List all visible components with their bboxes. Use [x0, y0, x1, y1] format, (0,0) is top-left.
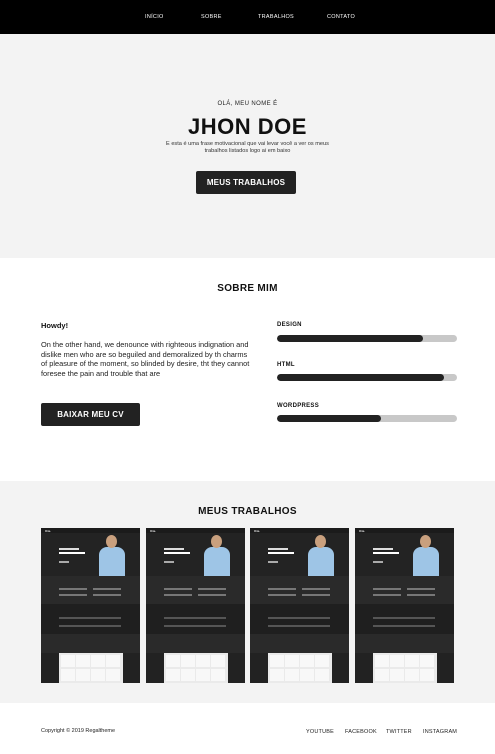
hero-name: JHON DOE: [188, 114, 307, 139]
thumb-line: [93, 588, 121, 590]
skill-label-design: DESIGN: [277, 322, 302, 328]
thumb-person-image: [204, 535, 230, 576]
thumb-line: [268, 617, 330, 619]
skill-fill-wordpress: [277, 415, 382, 422]
thumb-line: [268, 588, 296, 590]
thumb-line: [373, 561, 383, 563]
skill-fill-html: [277, 374, 445, 381]
thumb-hero: [355, 533, 454, 576]
skill-bar-html: [277, 374, 457, 381]
works-title: MEUS TRABALHOS: [198, 506, 297, 517]
thumb-section: [146, 576, 245, 604]
hero-motto: E esta é uma frase motivacional que vai …: [166, 141, 329, 154]
thumb-section: [41, 604, 140, 634]
nav-inicio[interactable]: INÍCIO: [145, 14, 164, 20]
about-paragraph: On the other hand, we denounce with righ…: [41, 340, 250, 378]
work-thumbnail[interactable]: Rita.: [250, 528, 349, 683]
thumb-line: [407, 594, 435, 596]
footer-link-instagram[interactable]: INSTAGRAM: [423, 729, 457, 735]
footer-link-twitter[interactable]: TWITTER: [386, 729, 412, 735]
thumb-line: [407, 588, 435, 590]
thumb-line: [268, 548, 288, 550]
about-section: SOBRE MIM Howdy! On the other hand, we d…: [0, 258, 495, 481]
thumb-line: [59, 588, 87, 590]
thumb-section: [250, 634, 349, 653]
thumb-line: [59, 552, 85, 554]
works-section: MEUS TRABALHOS Rita. Rita. Rita. Rita.: [0, 481, 495, 703]
skill-bar-design: [277, 335, 457, 342]
skill-label-html: HTML: [277, 362, 295, 368]
thumb-line: [93, 594, 121, 596]
thumb-line: [373, 588, 401, 590]
thumb-line: [302, 594, 330, 596]
thumb-hero: [250, 533, 349, 576]
thumb-line: [373, 594, 401, 596]
footer: Copyright © 2019 Regaltheme YOUTUBE FACE…: [0, 703, 495, 754]
thumb-line: [268, 625, 330, 627]
thumb-section: [355, 576, 454, 604]
thumb-section: [41, 576, 140, 604]
thumb-portfolio-grid: [59, 653, 123, 683]
thumb-line: [373, 625, 435, 627]
thumb-line: [59, 561, 69, 563]
thumb-line: [164, 588, 192, 590]
work-thumbnail[interactable]: Rita.: [355, 528, 454, 683]
my-works-button[interactable]: MEUS TRABALHOS: [196, 171, 296, 194]
thumb-line: [373, 548, 393, 550]
thumb-line: [373, 617, 435, 619]
skill-bar-wordpress: [277, 415, 457, 422]
hero-greeting: OLÁ, MEU NOME É: [217, 101, 278, 107]
about-howdy: Howdy!: [41, 321, 69, 330]
thumb-section: [146, 604, 245, 634]
thumb-line: [268, 552, 294, 554]
thumb-line: [164, 548, 184, 550]
footer-link-facebook[interactable]: FACEBOOK: [345, 729, 377, 735]
footer-link-youtube[interactable]: YOUTUBE: [306, 729, 334, 735]
thumb-line: [164, 594, 192, 596]
thumb-line: [164, 625, 226, 627]
thumb-line: [164, 561, 174, 563]
thumb-section: [355, 634, 454, 653]
thumb-person-image: [308, 535, 334, 576]
work-thumbnail[interactable]: Rita.: [41, 528, 140, 683]
thumb-line: [268, 594, 296, 596]
thumb-section: [41, 634, 140, 653]
thumb-line: [59, 548, 79, 550]
thumb-section: [250, 604, 349, 634]
thumb-section: [250, 576, 349, 604]
thumb-line: [59, 617, 121, 619]
thumb-line: [59, 594, 87, 596]
nav-sobre[interactable]: SOBRE: [201, 14, 222, 20]
thumb-line: [373, 552, 399, 554]
thumb-line: [268, 561, 278, 563]
thumb-hero: [146, 533, 245, 576]
about-title: SOBRE MIM: [217, 283, 278, 294]
nav-contato[interactable]: CONTATO: [327, 14, 355, 20]
thumb-person-image: [413, 535, 439, 576]
skill-label-wordpress: WORDPRESS: [277, 403, 320, 409]
skill-fill-design: [277, 335, 423, 342]
thumb-line: [198, 594, 226, 596]
thumb-line: [302, 588, 330, 590]
thumb-portfolio-grid: [164, 653, 228, 683]
thumb-line: [59, 625, 121, 627]
thumb-line: [198, 588, 226, 590]
thumb-portfolio-grid: [373, 653, 437, 683]
thumb-section: [146, 634, 245, 653]
work-thumbnail[interactable]: Rita.: [146, 528, 245, 683]
thumb-line: [164, 552, 190, 554]
thumb-portfolio-grid: [268, 653, 332, 683]
download-cv-button[interactable]: BAIXAR MEU CV: [41, 403, 140, 426]
thumb-hero: [41, 533, 140, 576]
nav-trabalhos[interactable]: TRABALHOS: [258, 14, 294, 20]
hero-section: OLÁ, MEU NOME É JHON DOE E esta é uma fr…: [0, 34, 495, 258]
top-nav: INÍCIO SOBRE TRABALHOS CONTATO: [0, 0, 495, 34]
thumb-line: [164, 617, 226, 619]
copyright-text: Copyright © 2019 Regaltheme: [41, 728, 116, 734]
thumb-section: [355, 604, 454, 634]
thumb-person-image: [99, 535, 125, 576]
